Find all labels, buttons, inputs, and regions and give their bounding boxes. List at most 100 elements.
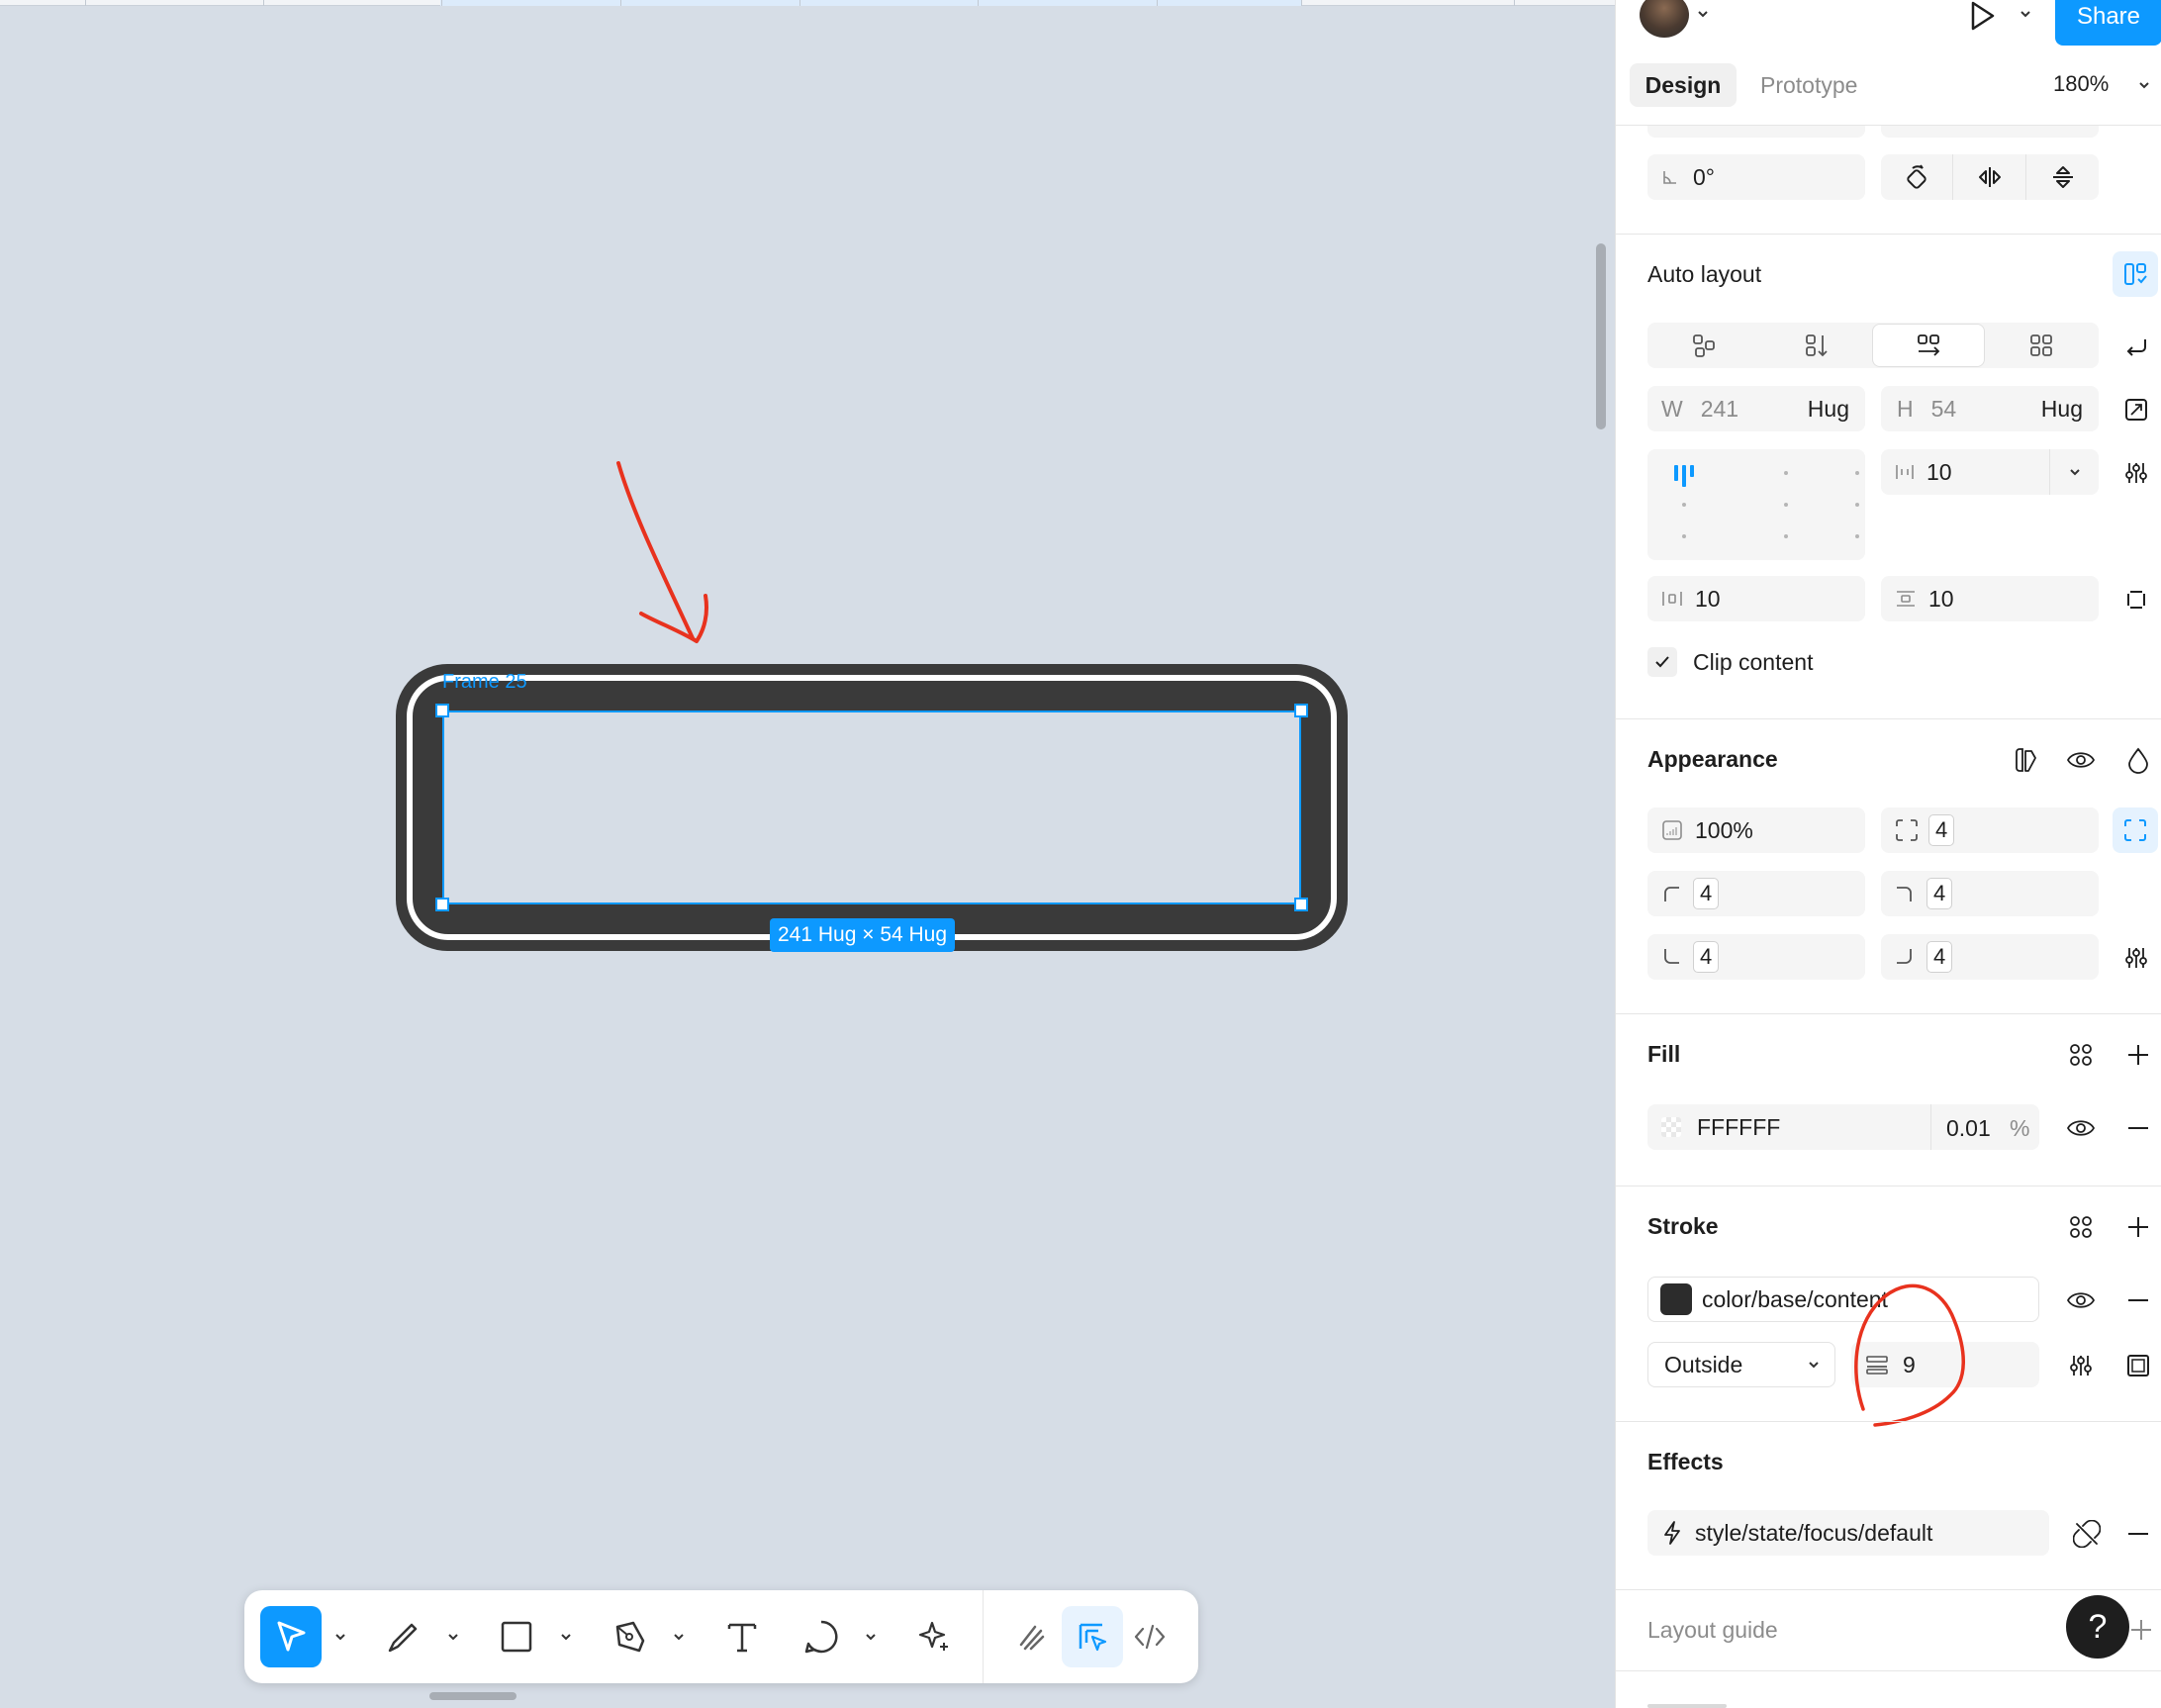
layer-visibility-button[interactable]	[2063, 742, 2099, 778]
corner-top-right-value: 4	[1926, 878, 1953, 909]
stroke-settings-button[interactable]	[2063, 1348, 2099, 1383]
fill-styles-button[interactable]	[2063, 1037, 2099, 1073]
wrap-button[interactable]	[2120, 331, 2152, 362]
detach-style-button[interactable]	[2069, 1516, 2105, 1552]
clip-content-label[interactable]: Clip content	[1693, 649, 1813, 676]
gap-mode-caret[interactable]	[2049, 449, 2099, 495]
ai-actions-button[interactable]	[903, 1606, 965, 1667]
zoom-level[interactable]: 180%	[2053, 71, 2109, 97]
flip-vertical-button[interactable]	[2026, 154, 2099, 200]
individual-padding-button[interactable]	[2120, 584, 2152, 616]
fill-swatch[interactable]	[1661, 1117, 1681, 1137]
grid-layout-icon	[2030, 334, 2052, 356]
vertical-padding-field[interactable]: 10	[1881, 576, 2099, 621]
fill-opacity[interactable]: 0.01	[1946, 1115, 1991, 1142]
stroke-styles-button[interactable]	[2063, 1209, 2099, 1245]
min-max-button[interactable]	[2120, 394, 2152, 426]
width-mode[interactable]: Hug	[1808, 396, 1849, 423]
present-options-caret[interactable]	[2016, 4, 2035, 24]
text-tool-button[interactable]	[711, 1606, 773, 1667]
draw-tool-caret[interactable]	[443, 1622, 463, 1652]
add-fill-button[interactable]	[2120, 1037, 2156, 1073]
independent-corners-button[interactable]	[2113, 807, 2158, 853]
independent-corners-icon	[2124, 819, 2146, 841]
gap-field[interactable]: 10	[1881, 449, 2099, 495]
rotation-field[interactable]: 0°	[1647, 154, 1865, 200]
opacity-field[interactable]: 100%	[1647, 807, 1865, 853]
draw-mode-button[interactable]	[1002, 1606, 1064, 1667]
alignment-matrix[interactable]	[1647, 449, 1865, 560]
position-field-partial[interactable]	[1881, 126, 2099, 138]
remove-fill-button[interactable]	[2120, 1110, 2156, 1146]
variable-mode-button[interactable]	[2008, 742, 2043, 778]
layout-vertical-button[interactable]	[1760, 323, 1873, 368]
pen-tool-caret[interactable]	[669, 1622, 689, 1652]
resize-handle-bottom-left[interactable]	[435, 898, 449, 911]
horizontal-padding-field[interactable]: 10	[1647, 576, 1865, 621]
avatar-menu-caret[interactable]	[1693, 4, 1713, 24]
height-mode[interactable]: Hug	[2041, 396, 2083, 423]
comment-tool-caret[interactable]	[861, 1622, 881, 1652]
clip-content-checkbox[interactable]	[1647, 647, 1677, 677]
plus-icon	[2128, 1045, 2148, 1065]
canvas-scrollbar[interactable]	[1596, 243, 1606, 429]
draw-tool-button[interactable]	[373, 1606, 434, 1667]
corner-bottom-left-field[interactable]: 4	[1647, 934, 1865, 980]
width-field[interactable]: W 241 Hug	[1647, 386, 1865, 431]
share-button[interactable]: Share	[2055, 0, 2161, 46]
selected-frame[interactable]	[442, 711, 1301, 904]
stroke-sides-button[interactable]	[2120, 1348, 2156, 1383]
height-field[interactable]: H 54 Hug	[1881, 386, 2099, 431]
add-stroke-button[interactable]	[2120, 1209, 2156, 1245]
layout-grid-button[interactable]	[1984, 323, 2099, 368]
fill-visibility-button[interactable]	[2063, 1110, 2099, 1146]
auto-layout-title: Auto layout	[1647, 261, 1762, 287]
flip-horizontal-button[interactable]	[1953, 154, 2026, 200]
layout-freeform-button[interactable]	[1647, 323, 1760, 368]
effect-style-name[interactable]: style/state/focus/default	[1695, 1520, 1932, 1547]
fill-hex[interactable]: FFFFFF	[1697, 1114, 1780, 1141]
corner-radius-field[interactable]: 4	[1881, 807, 2099, 853]
stroke-position-select[interactable]: Outside	[1647, 1342, 1835, 1387]
effect-style-row[interactable]: style/state/focus/default	[1647, 1510, 2049, 1556]
rectangle-tool-caret[interactable]	[556, 1622, 576, 1652]
move-tool-button[interactable]	[260, 1606, 322, 1667]
remove-effect-button[interactable]	[2120, 1516, 2156, 1552]
auto-layout-suggestions-button[interactable]	[2113, 251, 2158, 297]
resize-handle-bottom-right[interactable]	[1294, 898, 1308, 911]
rotate-90-button[interactable]	[1881, 154, 1953, 200]
tab-design[interactable]: Design	[1630, 63, 1737, 107]
top-ruler	[0, 0, 1615, 6]
frame-name-label[interactable]: Frame 25	[442, 671, 527, 694]
comment-tool-button[interactable]	[791, 1606, 852, 1667]
resize-handle-top-left[interactable]	[435, 704, 449, 717]
rectangle-tool-icon	[501, 1621, 532, 1653]
stroke-visibility-button[interactable]	[2063, 1282, 2099, 1318]
position-field-partial[interactable]	[1647, 126, 1865, 138]
layout-horizontal-button[interactable]	[1873, 325, 1984, 366]
remove-stroke-button[interactable]	[2120, 1282, 2156, 1318]
zoom-caret[interactable]	[2134, 75, 2154, 95]
blend-mode-button[interactable]	[2120, 742, 2156, 778]
move-tool-caret[interactable]	[330, 1622, 350, 1652]
drop-icon	[2128, 747, 2148, 774]
fill-row[interactable]: FFFFFF 0.01 %	[1647, 1104, 2039, 1150]
dev-mode-button[interactable]	[1119, 1606, 1180, 1667]
pen-tool-button[interactable]	[599, 1606, 660, 1667]
design-mode-button[interactable]	[1062, 1606, 1123, 1667]
rectangle-tool-button[interactable]	[486, 1606, 547, 1667]
present-button[interactable]	[1962, 0, 2002, 36]
corner-top-right-field[interactable]: 4	[1881, 871, 2099, 916]
minus-icon	[2128, 1127, 2148, 1129]
resize-handle-top-right[interactable]	[1294, 704, 1308, 717]
stroke-swatch[interactable]	[1660, 1283, 1692, 1315]
corner-top-left-field[interactable]: 4	[1647, 871, 1865, 916]
canvas[interactable]: Frame 25 241 Hug × 54 Hug	[0, 0, 1615, 1708]
avatar[interactable]	[1640, 0, 1689, 38]
add-layout-guide-button[interactable]	[2126, 1615, 2156, 1645]
help-button[interactable]: ?	[2066, 1595, 2129, 1659]
auto-layout-settings-button[interactable]	[2120, 457, 2152, 489]
corner-bottom-right-field[interactable]: 4	[1881, 934, 2099, 980]
tab-prototype[interactable]: Prototype	[1760, 63, 1889, 107]
corner-smoothing-button[interactable]	[2120, 942, 2152, 974]
